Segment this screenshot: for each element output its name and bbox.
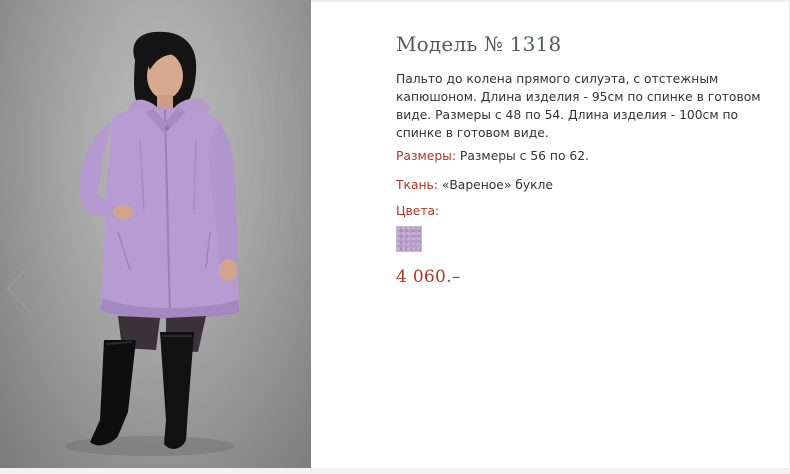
product-info: Модель № 1318 Пальто до колена прямого с… (396, 30, 766, 287)
color-swatch[interactable] (396, 226, 422, 252)
fabric-label: Ткань: (396, 178, 438, 192)
sizes-label: Размеры: (396, 149, 456, 163)
colors-row: Цвета: (396, 202, 766, 220)
fabric-row: Ткань: «Вареное» букле (396, 176, 766, 194)
product-description: Пальто до колена прямого силуэта, с отст… (396, 72, 761, 140)
card-bottom-border (0, 468, 790, 474)
card-top-border (311, 0, 790, 2)
product-price: 4 060.– (396, 267, 461, 287)
product-photo (0, 0, 311, 468)
model-illustration (65, 31, 240, 456)
chevron-left-icon (6, 261, 33, 315)
fabric-value: «Вареное» букле (441, 178, 553, 192)
product-card: Модель № 1318 Пальто до колена прямого с… (0, 0, 790, 474)
prev-image-button[interactable] (2, 258, 38, 318)
sizes-row: Размеры: Размеры с 56 по 62. (396, 147, 766, 165)
colors-label: Цвета: (396, 204, 440, 218)
product-title: Модель № 1318 (396, 32, 562, 56)
sizes-value: Размеры с 56 по 62. (459, 149, 589, 163)
